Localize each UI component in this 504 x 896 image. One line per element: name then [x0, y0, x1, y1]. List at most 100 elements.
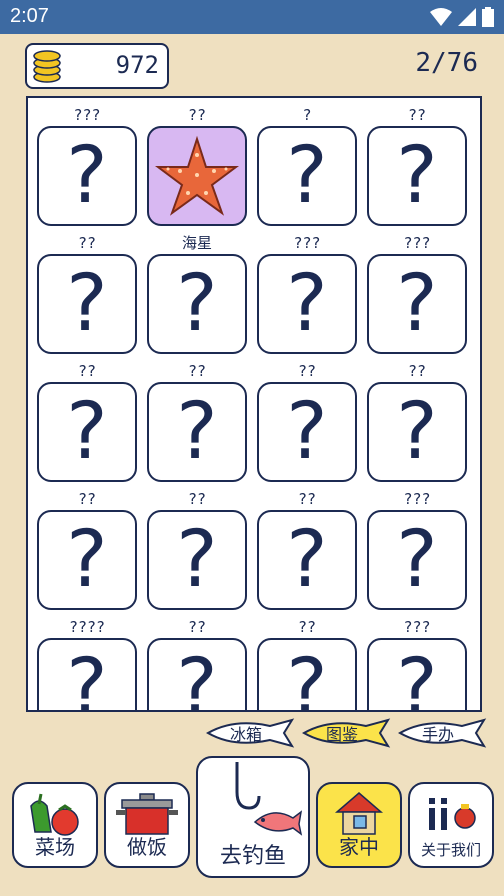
collection-cell[interactable]: ????: [257, 232, 357, 360]
nav-fish-button[interactable]: 去钓鱼: [196, 756, 310, 878]
collection-cell-label: ???: [403, 234, 431, 252]
question-mark: ?: [66, 259, 108, 349]
collection-cell[interactable]: ????: [367, 616, 467, 712]
unknown-card[interactable]: ?: [37, 638, 137, 712]
fishing-hook-icon: [235, 762, 303, 836]
question-mark: ?: [66, 131, 108, 221]
unknown-card[interactable]: ?: [367, 382, 467, 482]
unknown-card[interactable]: ?: [147, 382, 247, 482]
question-mark: ?: [176, 515, 218, 605]
pot-icon: [116, 793, 178, 835]
unknown-card[interactable]: ?: [367, 254, 467, 354]
nav-fish-label: 去钓鱼: [219, 844, 286, 869]
coin-value: 972: [115, 51, 159, 79]
question-mark: ?: [176, 643, 218, 712]
collection-cell-label: ??: [77, 362, 97, 380]
unknown-card[interactable]: ?: [367, 510, 467, 610]
collection-cell[interactable]: ??: [147, 104, 247, 232]
question-mark: ?: [286, 131, 328, 221]
question-mark: ?: [396, 259, 438, 349]
collection-cell[interactable]: ???: [37, 360, 137, 488]
collection-cell-label: ??: [407, 362, 427, 380]
collection-cell[interactable]: ???: [147, 360, 247, 488]
unknown-card[interactable]: ?: [37, 254, 137, 354]
status-time: 2:07: [10, 5, 49, 27]
tab-figures[interactable]: 手办: [396, 716, 488, 750]
question-mark: ?: [66, 643, 108, 712]
about-icon: [429, 798, 476, 830]
tab-fridge[interactable]: 冰箱: [204, 716, 296, 750]
collection-cell[interactable]: ???: [257, 360, 357, 488]
collection-cell-label: ???: [403, 490, 431, 508]
unknown-card[interactable]: ?: [147, 510, 247, 610]
unknown-card[interactable]: ?: [37, 126, 137, 226]
question-mark: ?: [66, 387, 108, 477]
unknown-card[interactable]: ?: [147, 254, 247, 354]
starfish-card[interactable]: [147, 126, 247, 226]
collection-cell-label: ??: [297, 618, 317, 636]
unknown-card[interactable]: ?: [37, 510, 137, 610]
nav-about-button[interactable]: 关于我们: [408, 782, 494, 868]
collection-cell-label: ??: [297, 490, 317, 508]
unknown-card[interactable]: ?: [367, 638, 467, 712]
tab-fridge-label: 冰箱: [229, 725, 262, 744]
status-icons: [430, 7, 494, 27]
coin-counter: 972: [25, 43, 169, 89]
collection-cell[interactable]: ??: [257, 104, 357, 232]
signal-icon: [458, 8, 476, 26]
top-bar: 972 2/76: [0, 34, 504, 94]
question-mark: ?: [176, 387, 218, 477]
collection-cell[interactable]: ???: [367, 104, 467, 232]
unknown-card[interactable]: ?: [257, 510, 357, 610]
question-mark: ?: [396, 643, 438, 712]
house-icon: [334, 792, 384, 835]
unknown-card[interactable]: ?: [257, 126, 357, 226]
collection-cell[interactable]: 海星?: [147, 232, 247, 360]
collection-cell[interactable]: ???: [257, 616, 357, 712]
collection-cell[interactable]: ???: [37, 232, 137, 360]
collection-grid[interactable]: ?????????????? 海星????????????????????????…: [26, 96, 482, 712]
collection-cell-label: ??: [187, 362, 207, 380]
unknown-card[interactable]: ?: [257, 638, 357, 712]
collection-cell-label: ??: [77, 234, 97, 252]
nav-home-button[interactable]: 家中: [316, 782, 402, 868]
collection-cell-label: ?: [302, 106, 312, 124]
collection-cell-label: ???: [73, 106, 101, 124]
collection-cell[interactable]: ???: [367, 360, 467, 488]
collection-cell[interactable]: ???: [37, 488, 137, 616]
collection-cell-label: 海星: [181, 234, 212, 252]
tab-collection[interactable]: 图鉴: [300, 716, 392, 750]
collection-cell[interactable]: ???: [147, 488, 247, 616]
collection-cell[interactable]: ???: [147, 616, 247, 712]
nav-farm-button[interactable]: 菜场: [12, 782, 98, 868]
unknown-card[interactable]: ?: [257, 382, 357, 482]
collection-cell[interactable]: ???: [257, 488, 357, 616]
unknown-card[interactable]: ?: [257, 254, 357, 354]
question-mark: ?: [286, 515, 328, 605]
unknown-card[interactable]: ?: [147, 638, 247, 712]
collection-cell[interactable]: ????: [367, 232, 467, 360]
question-mark: ?: [286, 643, 328, 712]
battery-icon: [482, 7, 494, 27]
question-mark: ?: [286, 387, 328, 477]
collection-cell-label: ??: [187, 490, 207, 508]
nav-cook-button[interactable]: 做饭: [104, 782, 190, 868]
question-mark: ?: [396, 131, 438, 221]
unknown-card[interactable]: ?: [367, 126, 467, 226]
nav-about-label: 关于我们: [420, 841, 481, 859]
status-bar: 2:07: [0, 0, 504, 34]
collection-cell[interactable]: ????: [367, 488, 467, 616]
collection-cell[interactable]: ????: [37, 104, 137, 232]
collection-cell[interactable]: ?????: [37, 616, 137, 712]
unknown-card[interactable]: ?: [37, 382, 137, 482]
coin-stack-icon: [33, 50, 61, 83]
collection-progress: 2/76: [415, 48, 478, 78]
collection-cell-label: ????: [68, 618, 106, 636]
collection-cell-label: ??: [407, 106, 427, 124]
tab-figures-label: 手办: [421, 725, 454, 744]
starfish-icon: [155, 135, 239, 216]
question-mark: ?: [286, 259, 328, 349]
bottom-nav: 菜场 做饭 去钓鱼 家中 关于我们: [0, 756, 504, 896]
question-mark: ?: [396, 515, 438, 605]
vegetables-icon: [30, 793, 79, 836]
